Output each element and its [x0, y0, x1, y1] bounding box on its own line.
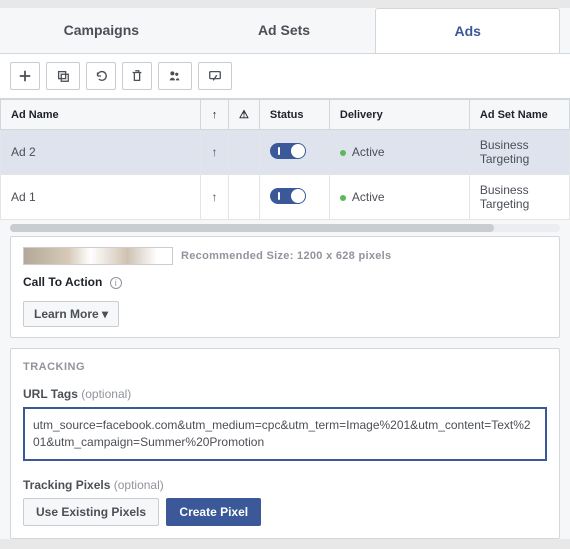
info-icon[interactable]: i	[110, 277, 122, 289]
cta-field-label: Call To Action	[23, 275, 102, 289]
warning-cell	[229, 130, 260, 175]
tracking-panel: TRACKING URL Tags (optional) Tracking Pi…	[10, 348, 560, 539]
warning-cell	[229, 175, 260, 220]
cta-dropdown[interactable]: Learn More ▾	[23, 301, 119, 327]
add-button[interactable]	[10, 62, 40, 90]
table-row[interactable]: Ad 1 ↑ Active Business Targeting	[1, 175, 570, 220]
ad-editor-panel: Recommended Size: 1200 x 628 pixels Call…	[10, 236, 560, 338]
tabs-bar: Campaigns Ad Sets Ads	[0, 8, 570, 54]
delete-button[interactable]	[122, 62, 152, 90]
col-delivery[interactable]: Delivery	[329, 100, 469, 130]
create-pixel-button[interactable]: Create Pixel	[166, 498, 261, 526]
ads-table: Ad Name ↑ ⚠ Status Delivery Ad Set Name …	[0, 99, 570, 220]
col-status[interactable]: Status	[259, 100, 329, 130]
tab-ads[interactable]: Ads	[375, 8, 560, 53]
table-row[interactable]: Ad 2 ↑ Active Business Targeting	[1, 130, 570, 175]
tracking-pixels-label: Tracking Pixels (optional)	[23, 478, 547, 492]
audience-button[interactable]	[158, 62, 192, 90]
tracking-header: TRACKING	[23, 361, 547, 373]
cell-ad-name: Ad 1	[1, 175, 201, 220]
col-adset-name[interactable]: Ad Set Name	[469, 100, 569, 130]
tab-campaigns[interactable]: Campaigns	[10, 8, 193, 53]
adset-cell: Business Targeting	[469, 175, 569, 220]
toolbar	[0, 54, 570, 99]
cell-ad-name: Ad 2	[1, 130, 201, 175]
url-tags-input[interactable]	[23, 407, 547, 461]
duplicate-button[interactable]	[46, 62, 80, 90]
delivery-cell: Active	[329, 175, 469, 220]
status-toggle[interactable]	[259, 130, 329, 175]
adset-cell: Business Targeting	[469, 130, 569, 175]
delivery-cell: Active	[329, 130, 469, 175]
recommended-size-label: Recommended Size: 1200 x 628 pixels	[181, 250, 391, 262]
arrow-up-icon: ↑	[201, 130, 229, 175]
col-sort-icon[interactable]: ↑	[201, 100, 229, 130]
col-ad-name[interactable]: Ad Name	[1, 100, 201, 130]
tab-adsets[interactable]: Ad Sets	[193, 8, 376, 53]
use-existing-pixels-button[interactable]: Use Existing Pixels	[23, 498, 159, 526]
status-toggle[interactable]	[259, 175, 329, 220]
url-tags-label: URL Tags (optional)	[23, 387, 547, 401]
undo-button[interactable]	[86, 62, 116, 90]
col-warning-icon[interactable]: ⚠	[229, 100, 260, 130]
preview-button[interactable]	[198, 62, 232, 90]
arrow-up-icon: ↑	[201, 175, 229, 220]
horizontal-scrollbar[interactable]	[10, 224, 560, 232]
image-thumbnail[interactable]	[23, 247, 173, 265]
